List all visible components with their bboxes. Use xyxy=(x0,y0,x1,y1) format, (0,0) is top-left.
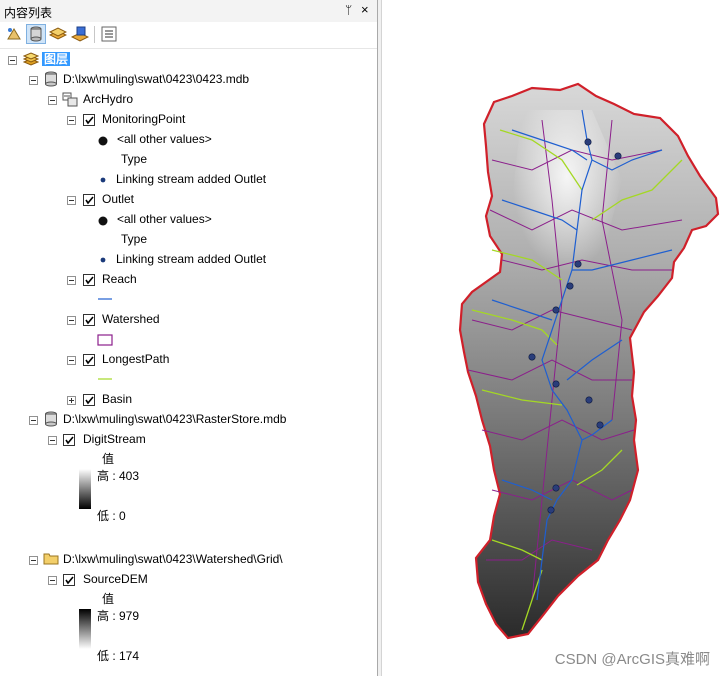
list-by-visibility-icon xyxy=(48,27,68,40)
watermark: CSDN @ArcGIS真难啊 xyxy=(554,651,710,668)
sourcedem-checkbox[interactable] xyxy=(63,574,75,586)
monitoringpoint-all-other: <all other values> xyxy=(117,132,212,146)
expand-basin-icon[interactable] xyxy=(67,396,76,405)
small-dot-symbol-icon xyxy=(100,257,106,263)
feature-dataset-icon xyxy=(62,92,78,107)
sourcedem-color-ramp xyxy=(79,609,91,649)
monitoringpoint-value-label: Linking stream added Outlet xyxy=(116,172,267,186)
reach-layer[interactable]: Reach xyxy=(102,270,137,288)
archydro-dataset[interactable]: ArcHydro xyxy=(83,90,133,108)
sourcedem-layer[interactable]: SourceDEM xyxy=(83,570,148,588)
watershed-checkbox[interactable] xyxy=(83,314,95,326)
close-icon[interactable]: × xyxy=(361,2,369,17)
monitoringpoint-checkbox[interactable] xyxy=(83,114,95,126)
collapse-db1-icon[interactable] xyxy=(29,76,38,85)
list-by-selection-icon xyxy=(70,26,90,42)
db1-path[interactable]: D:\lxw\muling\swat\0423\0423.mdb xyxy=(63,70,249,88)
digitstream-low-label: 低 : 0 xyxy=(97,509,126,523)
list-by-source-button[interactable] xyxy=(26,24,46,44)
basin-layer[interactable]: Basin xyxy=(102,390,132,408)
root-layers-item[interactable]: 图层 xyxy=(42,50,71,68)
panel-title-bar: 内容列表 ᛘ × xyxy=(0,0,377,23)
list-by-drawing-order-icon xyxy=(7,28,21,40)
collapse-reach-icon[interactable] xyxy=(67,276,76,285)
list-by-visibility-button[interactable] xyxy=(48,25,68,43)
outlet-type-heading: Type xyxy=(121,232,148,246)
purple-polygon-symbol-icon xyxy=(97,334,113,346)
collapse-folder-icon[interactable] xyxy=(29,556,38,565)
root-layers-label: 图层 xyxy=(42,52,71,66)
toolbar-separator xyxy=(94,26,95,43)
collapse-db2-icon[interactable] xyxy=(29,416,38,425)
small-dot-symbol-icon xyxy=(100,177,106,183)
collapse-watershed-icon[interactable] xyxy=(67,316,76,325)
sourcedem-low-label: 低 : 174 xyxy=(97,649,140,663)
folder-path[interactable]: D:\lxw\muling\swat\0423\Watershed\Grid\ xyxy=(63,550,283,568)
db2-path[interactable]: D:\lxw\muling\swat\0423\RasterStore.mdb xyxy=(63,410,286,428)
list-by-selection-button[interactable] xyxy=(70,25,90,43)
monitoringpoint-layer[interactable]: MonitoringPoint xyxy=(102,110,185,128)
black-dot-symbol-icon xyxy=(98,136,108,146)
toc-toolbar xyxy=(0,22,377,49)
table-of-contents-panel: 内容列表 ᛘ × 图层 D:\lxw\muling\swat\0423\0423… xyxy=(0,0,377,676)
reach-checkbox[interactable] xyxy=(83,274,95,286)
longestpath-checkbox[interactable] xyxy=(83,354,95,366)
digitstream-layer[interactable]: DigitStream xyxy=(83,430,146,448)
map-view[interactable] xyxy=(382,0,726,676)
blue-line-symbol-icon xyxy=(98,298,112,300)
digitstream-checkbox[interactable] xyxy=(63,434,75,446)
collapse-monitoringpoint-icon[interactable] xyxy=(67,116,76,125)
layers-icon xyxy=(23,52,39,66)
database-icon xyxy=(45,411,57,427)
panel-title: 内容列表 xyxy=(4,6,53,20)
black-dot-symbol-icon xyxy=(98,216,108,226)
digitstream-color-ramp xyxy=(79,469,91,509)
outlet-all-other: <all other values> xyxy=(117,212,212,226)
outlet-layer[interactable]: Outlet xyxy=(102,190,134,208)
database-icon xyxy=(45,71,57,87)
list-by-source-icon xyxy=(30,26,42,42)
longestpath-layer[interactable]: LongestPath xyxy=(102,350,169,368)
collapse-root-icon[interactable] xyxy=(8,56,17,65)
collapse-outlet-icon[interactable] xyxy=(67,196,76,205)
green-line-symbol-icon xyxy=(98,378,112,380)
digitstream-value-heading: 值 xyxy=(102,452,115,466)
outlet-value-label: Linking stream added Outlet xyxy=(116,252,267,266)
pin-icon[interactable]: ᛘ xyxy=(345,3,352,17)
options-icon xyxy=(101,26,117,42)
monitoringpoint-type-heading: Type xyxy=(121,152,148,166)
collapse-digitstream-icon[interactable] xyxy=(48,436,57,445)
collapse-archydro-icon[interactable] xyxy=(48,96,57,105)
outlet-checkbox[interactable] xyxy=(83,194,95,206)
watershed-layer[interactable]: Watershed xyxy=(102,310,160,328)
collapse-sourcedem-icon[interactable] xyxy=(48,576,57,585)
list-by-drawing-order-button[interactable] xyxy=(5,25,23,43)
collapse-longestpath-icon[interactable] xyxy=(67,356,76,365)
sourcedem-high-label: 高 : 979 xyxy=(97,609,140,623)
folder-icon xyxy=(43,553,59,565)
watershed-map xyxy=(458,82,720,640)
digitstream-high-label: 高 : 403 xyxy=(97,469,140,483)
basin-checkbox[interactable] xyxy=(83,394,95,406)
sourcedem-value-heading: 值 xyxy=(102,592,115,606)
options-button[interactable] xyxy=(100,25,118,43)
